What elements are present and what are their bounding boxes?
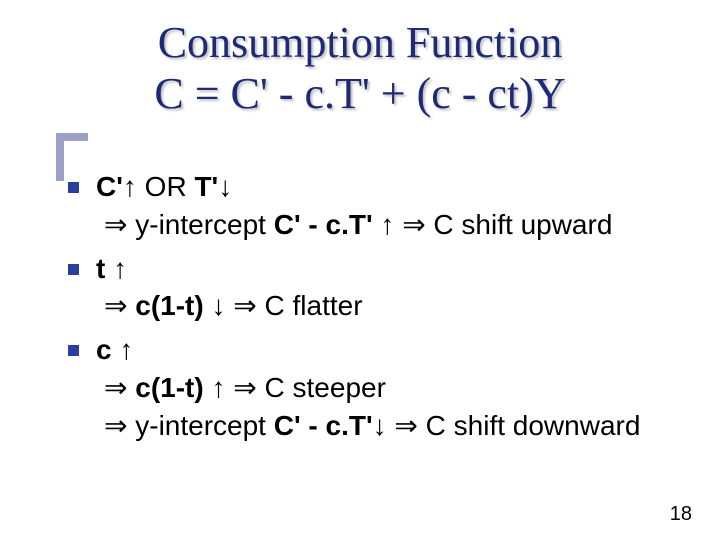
list-item-head: c ↑ [96,331,700,369]
list-item-head: t ↑ [96,250,700,288]
down-icon: ↓ [373,410,387,441]
text-run: C shift upward [426,209,613,240]
list-item-sub: ⇒ c(1-t) ↑ ⇒ C steeper [96,369,700,407]
up-icon: ↑ [119,334,133,365]
list-item-head: C'↑ OR T'↓ [96,168,700,206]
text-run: C flatter [257,290,363,321]
text-run: C' [96,171,123,202]
square-bullet-icon [68,264,79,275]
list-item: c ↑⇒ c(1-t) ↑ ⇒ C steeper⇒ y-intercept C… [62,331,700,444]
text-run [105,253,113,284]
text-run: OR [137,171,195,202]
text-run: y-intercept [127,209,273,240]
text-run: c [96,334,112,365]
title-line-1: Consumption Function [0,18,720,69]
up-icon: ↑ [380,209,394,240]
square-bullet-icon [68,182,79,193]
page-number: 18 [670,503,692,526]
text-run: y-intercept [127,410,273,441]
up-icon: ↑ [123,171,137,202]
text-run: C shift downward [418,410,641,441]
slide: Consumption Function C = C' - c.T' + (c … [0,0,720,540]
therefore-icon: ⇒ [104,410,127,441]
text-run: C' - c.T' [274,209,373,240]
list-item: t ↑⇒ c(1-t) ↓ ⇒ C flatter [62,250,700,326]
slide-body: C'↑ OR T'↓⇒ y-intercept C' - c.T' ↑ ⇒ C … [62,168,700,451]
text-run: t [96,253,105,284]
therefore-icon: ⇒ [402,209,425,240]
list-item-sub: ⇒ c(1-t) ↓ ⇒ C flatter [96,287,700,325]
list-item-sub: ⇒ y-intercept C' - c.T'↓ ⇒ C shift downw… [96,407,700,445]
slide-title: Consumption Function C = C' - c.T' + (c … [0,18,720,119]
text-run: c(1-t) [135,372,203,403]
up-icon: ↑ [211,372,225,403]
therefore-icon: ⇒ [233,372,256,403]
therefore-icon: ⇒ [104,290,127,321]
therefore-icon: ⇒ [104,209,127,240]
square-bullet-icon [68,345,79,356]
down-icon: ↓ [218,171,232,202]
list-item-sub: ⇒ y-intercept C' - c.T' ↑ ⇒ C shift upwa… [96,206,700,244]
text-run: C' - c.T' [274,410,373,441]
therefore-icon: ⇒ [233,290,256,321]
therefore-icon: ⇒ [394,410,417,441]
list-item: C'↑ OR T'↓⇒ y-intercept C' - c.T' ↑ ⇒ C … [62,168,700,244]
text-run: C steeper [257,372,386,403]
text-run: c(1-t) [135,290,203,321]
up-icon: ↑ [113,253,127,284]
title-line-2: C = C' - c.T' + (c - ct)Y [0,69,720,120]
therefore-icon: ⇒ [104,372,127,403]
text-run: T' [194,171,218,202]
down-icon: ↓ [211,290,225,321]
